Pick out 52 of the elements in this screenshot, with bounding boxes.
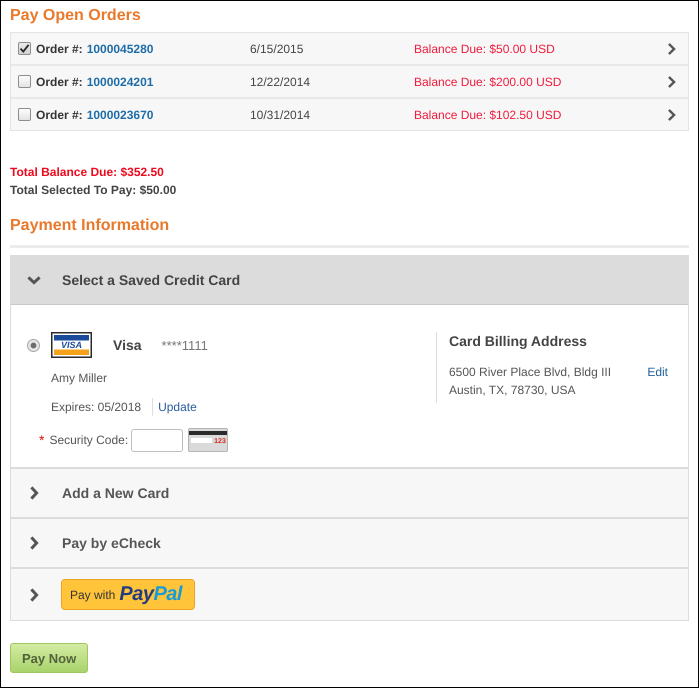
required-mark: * bbox=[39, 433, 44, 447]
card-number: ****1111 bbox=[162, 338, 208, 352]
accordion-title: Add a New Card bbox=[62, 485, 170, 501]
edit-link[interactable]: Edit bbox=[647, 363, 668, 381]
accordion-header[interactable]: Select a Saved Credit Card bbox=[11, 256, 688, 305]
address-line: Austin, TX, 78730, USA bbox=[449, 382, 576, 399]
order-label: Order #: bbox=[36, 74, 83, 88]
order-number-link[interactable]: 1000024201 bbox=[86, 74, 154, 88]
order-number-link[interactable]: 1000045280 bbox=[86, 42, 154, 56]
total-balance-due: Total Balance Due: $352.50 bbox=[10, 164, 164, 181]
accordion-header[interactable]: Add a New Card bbox=[11, 469, 688, 517]
order-row[interactable]: Order #: 1000045280 6/15/2015 Balance Due: $50.00 USD bbox=[11, 33, 688, 64]
accordion-header[interactable]: Pay by eCheck bbox=[11, 519, 688, 567]
order-checkbox[interactable] bbox=[18, 42, 31, 55]
order-date: 10/31/2014 bbox=[250, 108, 310, 122]
chevron-down-icon bbox=[26, 275, 42, 285]
order-label: Order #: bbox=[36, 42, 83, 56]
chevron-right-icon[interactable] bbox=[667, 74, 676, 88]
balance-due: Balance Due: $200.00 USD bbox=[414, 74, 562, 88]
card-brand: Visa bbox=[113, 337, 142, 353]
order-row[interactable]: Order #: 1000023670 10/31/2014 Balance Due: $102.50 USD bbox=[11, 97, 688, 130]
chevron-right-icon bbox=[29, 535, 39, 551]
order-number-link[interactable]: 1000023670 bbox=[86, 108, 154, 122]
card-brand-logo: VISA bbox=[51, 332, 92, 358]
security-code-label: Security Code: bbox=[49, 433, 128, 447]
balance-due: Balance Due: $50.00 USD bbox=[414, 42, 555, 56]
accordion-title: Select a Saved Credit Card bbox=[62, 272, 240, 288]
update-link[interactable]: Update bbox=[152, 398, 197, 416]
chevron-right-icon bbox=[29, 586, 39, 602]
order-checkbox[interactable] bbox=[18, 108, 31, 121]
order-date: 12/22/2014 bbox=[250, 74, 310, 88]
order-label: Order #: bbox=[36, 108, 83, 122]
chevron-right-icon bbox=[29, 485, 39, 501]
card-radio[interactable] bbox=[27, 338, 40, 352]
chevron-right-icon[interactable] bbox=[667, 42, 676, 56]
balance-due: Balance Due: $102.50 USD bbox=[414, 108, 562, 122]
section-heading: Payment Information bbox=[10, 216, 170, 236]
order-checkbox[interactable] bbox=[18, 75, 31, 88]
chevron-right-icon[interactable] bbox=[667, 108, 676, 122]
order-date: 6/15/2015 bbox=[250, 42, 304, 56]
order-row[interactable]: Order #: 1000024201 12/22/2014 Balance Due: $200.00 USD bbox=[11, 64, 688, 97]
paypal-button[interactable]: Pay with PayPal bbox=[61, 579, 195, 610]
cardholder-name: Amy Miller bbox=[51, 370, 107, 387]
section-heading: Pay Open Orders bbox=[10, 6, 141, 26]
card-expiry: Expires: 05/2018 bbox=[51, 399, 142, 416]
pay-now-button[interactable]: Pay Now bbox=[10, 643, 88, 673]
accordion-header[interactable]: Pay with PayPal bbox=[11, 569, 688, 620]
security-code-field[interactable] bbox=[131, 428, 184, 452]
address-line: 6500 River Place Blvd, Bldg III bbox=[449, 364, 612, 381]
billing-title: Card Billing Address bbox=[449, 332, 587, 350]
accordion-title: Pay by eCheck bbox=[62, 535, 161, 551]
total-selected-to-pay: Total Selected To Pay: $50.00 bbox=[10, 182, 176, 199]
